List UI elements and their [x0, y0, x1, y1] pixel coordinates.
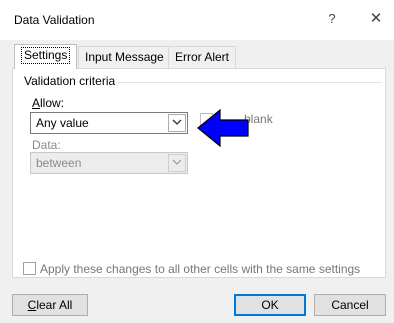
allow-value: Any value: [36, 116, 89, 130]
tab-error-alert[interactable]: Error Alert: [168, 46, 237, 68]
allow-label: Allow:: [32, 96, 65, 110]
help-button[interactable]: ?: [320, 8, 344, 30]
cancel-button[interactable]: Cancel: [314, 294, 386, 316]
tab-settings[interactable]: Settings: [14, 44, 78, 69]
data-dropdown[interactable]: between: [30, 152, 188, 174]
chevron-down-icon[interactable]: [168, 114, 186, 132]
blue-arrow-icon: [197, 108, 249, 148]
title-bar: Data Validation ? ✕: [0, 0, 394, 40]
data-validation-dialog: Data Validation ? ✕ Settings Input Messa…: [0, 0, 394, 323]
apply-all-label: Apply these changes to all other cells w…: [40, 262, 361, 276]
dialog-title: Data Validation: [14, 13, 95, 27]
apply-all-checkbox[interactable]: [23, 262, 36, 275]
data-value: between: [36, 156, 82, 170]
clear-all-button[interactable]: Clear All: [12, 294, 88, 316]
data-label: Data:: [32, 138, 61, 152]
validation-criteria-heading: Validation criteria: [24, 74, 120, 88]
group-divider: [118, 82, 382, 83]
allow-dropdown[interactable]: Any value: [30, 112, 188, 134]
close-button[interactable]: ✕: [364, 8, 388, 30]
tab-input-message[interactable]: Input Message: [78, 46, 171, 68]
ok-button[interactable]: OK: [234, 294, 306, 316]
chevron-down-icon[interactable]: [168, 154, 186, 172]
